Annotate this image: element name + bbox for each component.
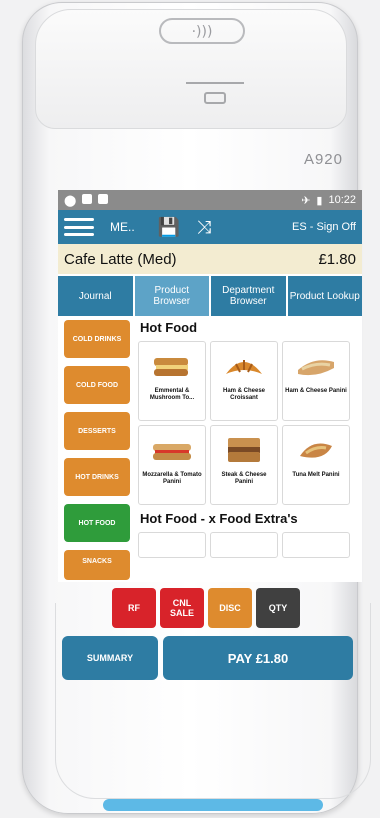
product-name: Steak & Cheese Panini (221, 472, 267, 485)
product-tile[interactable]: Ham & Cheese Panini (282, 341, 350, 421)
order-item-price: £1.80 (318, 250, 356, 268)
pay-button[interactable]: PAY £1.80 (163, 636, 353, 680)
pos-screen: ⬤ ✈ ▮ 10:22 ME.. 💾 ⤨ ES - Sign Off Cafe … (58, 190, 362, 582)
category-hot-food[interactable]: HOT FOOD (64, 504, 130, 542)
airplane-mode-icon: ✈ (301, 194, 311, 207)
status-time: 10:22 (328, 194, 356, 206)
category-cold-drinks[interactable]: COLD DRINKS (64, 320, 130, 358)
summary-button[interactable]: SUMMARY (62, 636, 158, 680)
terminal-top-cap: ·))) (35, 9, 347, 129)
save-icon[interactable]: 💾 (154, 217, 184, 238)
product-name: Tuna Melt Panini (292, 472, 340, 478)
toastie-icon (154, 358, 188, 376)
product-name: Ham & Cheese Croissant (222, 388, 266, 401)
action-buttons: RF CNL SALE DISC QTY (112, 588, 300, 628)
category-snacks[interactable]: SNACKS (64, 550, 130, 580)
terminal-lower-shell (55, 603, 371, 799)
shuffle-icon[interactable]: ⤨ (184, 217, 224, 238)
product-name: Mozzarella & Tomato Panini (142, 472, 202, 485)
contactless-icon: ·))) (159, 18, 245, 44)
sign-off-button[interactable]: ES - Sign Off (292, 221, 356, 233)
device-model-label: A920 (303, 151, 343, 168)
category-list: COLD DRINKS COLD FOOD DESSERTS HOT DRINK… (64, 320, 130, 582)
extra-tile[interactable] (282, 532, 350, 558)
quantity-button[interactable]: QTY (256, 588, 300, 628)
panini-icon (300, 443, 332, 458)
app-toolbar: ME.. 💾 ⤨ ES - Sign Off (58, 210, 362, 244)
notification-icon (82, 193, 93, 204)
panini-icon (153, 444, 191, 460)
croissant-icon (226, 360, 262, 374)
hamburger-menu-icon[interactable] (64, 218, 94, 236)
browser-content: COLD DRINKS COLD FOOD DESSERTS HOT DRINK… (58, 316, 362, 582)
cancel-sale-button[interactable]: CNL SALE (160, 588, 204, 628)
extras-section-title: Hot Food - x Food Extra's (140, 511, 298, 526)
terminal-light-bar (103, 799, 323, 811)
extras-grid (138, 532, 362, 558)
tab-product-lookup[interactable]: Product Lookup (287, 276, 362, 316)
panini-icon (228, 438, 260, 462)
product-grid: Emmental & Mushroom To... Ham & Cheese C… (138, 341, 362, 505)
discount-button[interactable]: DISC (208, 588, 252, 628)
product-name: Emmental & Mushroom To... (149, 388, 195, 401)
tab-journal[interactable]: Journal (58, 276, 133, 316)
category-hot-drinks[interactable]: HOT DRINKS (64, 458, 130, 496)
view-tabs: Journal Product Browser Department Brows… (58, 276, 362, 316)
extra-tile[interactable] (210, 532, 278, 558)
card-slot-icon (186, 82, 244, 104)
image-icon (98, 193, 109, 204)
product-name: Ham & Cheese Panini (285, 388, 347, 394)
tab-department-browser[interactable]: Department Browser (211, 276, 286, 316)
extra-tile[interactable] (138, 532, 206, 558)
order-item-name: Cafe Latte (Med) (64, 250, 177, 268)
category-desserts[interactable]: DESSERTS (64, 412, 130, 450)
product-tile[interactable]: Tuna Melt Panini (282, 425, 350, 505)
category-cold-food[interactable]: COLD FOOD (64, 366, 130, 404)
tab-product-browser[interactable]: Product Browser (134, 276, 209, 316)
product-tile[interactable]: Emmental & Mushroom To... (138, 341, 206, 421)
product-grid-area: Hot Food Emmental & Mushroom To... Ham &… (138, 316, 362, 558)
panini-icon (298, 360, 334, 376)
location-icon: ⬤ (64, 194, 77, 207)
product-tile[interactable]: Mozzarella & Tomato Panini (138, 425, 206, 505)
product-tile[interactable]: Ham & Cheese Croissant (210, 341, 278, 421)
product-tile[interactable]: Steak & Cheese Panini (210, 425, 278, 505)
rf-button[interactable]: RF (112, 588, 156, 628)
status-bar: ⬤ ✈ ▮ 10:22 (58, 190, 362, 210)
current-order-line[interactable]: Cafe Latte (Med) £1.80 (58, 244, 362, 274)
menu-label[interactable]: ME.. (110, 220, 150, 234)
section-title: Hot Food (140, 320, 198, 335)
battery-icon: ▮ (316, 194, 323, 207)
